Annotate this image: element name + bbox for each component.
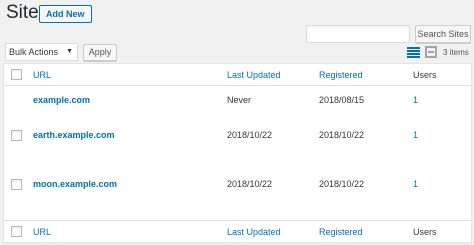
apply-button[interactable]: Apply bbox=[83, 44, 117, 61]
row-checkbox[interactable] bbox=[11, 179, 22, 190]
search-sites-button[interactable]: Search Sites bbox=[415, 25, 471, 43]
excerpt-view-icon[interactable] bbox=[425, 46, 437, 58]
site-url-link[interactable]: example.com bbox=[33, 95, 90, 105]
table-footer: URL Last Updated Registered Users bbox=[4, 220, 471, 242]
column-header-last-updated[interactable]: Last Updated bbox=[227, 70, 281, 80]
search-input[interactable] bbox=[306, 25, 410, 43]
chevron-down-icon: ▼ bbox=[66, 48, 73, 55]
table-row: earth.example.com 2018/10/22 2018/10/22 … bbox=[4, 125, 471, 174]
site-url-link[interactable]: moon.example.com bbox=[33, 179, 117, 189]
list-view-icon[interactable] bbox=[407, 46, 420, 59]
column-footer-registered[interactable]: Registered bbox=[319, 227, 363, 237]
users-count-link[interactable]: 1 bbox=[413, 130, 418, 140]
column-header-url[interactable]: URL bbox=[33, 70, 51, 80]
column-header-registered[interactable]: Registered bbox=[319, 70, 363, 80]
select-all-checkbox[interactable] bbox=[11, 69, 22, 80]
column-header-users: Users bbox=[413, 70, 437, 80]
select-all-checkbox-footer[interactable] bbox=[11, 226, 22, 237]
bulk-actions-selected: Bulk Actions bbox=[9, 47, 59, 57]
column-footer-last-updated[interactable]: Last Updated bbox=[227, 227, 281, 237]
registered-value: 2018/10/22 bbox=[319, 179, 365, 189]
bulk-actions-select[interactable]: Bulk Actions ▼ bbox=[5, 43, 78, 61]
registered-value: 2018/10/22 bbox=[319, 130, 365, 140]
table-row: example.com Never 2018/08/15 1 bbox=[4, 87, 471, 125]
registered-value: 2018/08/15 bbox=[319, 95, 365, 105]
table-header: URL Last Updated Registered Users bbox=[4, 64, 471, 86]
last-updated-value: 2018/10/22 bbox=[227, 179, 273, 189]
users-count-link[interactable]: 1 bbox=[413, 179, 418, 189]
users-count-link[interactable]: 1 bbox=[413, 95, 418, 105]
item-count: 3 items bbox=[443, 48, 469, 57]
last-updated-value: Never bbox=[227, 95, 252, 105]
table-row: moon.example.com 2018/10/22 2018/10/22 1 bbox=[4, 174, 471, 222]
site-url-link[interactable]: earth.example.com bbox=[33, 130, 115, 140]
sites-table: URL Last Updated Registered Users exampl… bbox=[3, 63, 472, 243]
row-checkbox[interactable] bbox=[11, 130, 22, 141]
add-new-button[interactable]: Add New bbox=[39, 5, 92, 23]
column-footer-url[interactable]: URL bbox=[33, 227, 51, 237]
last-updated-value: 2018/10/22 bbox=[227, 130, 273, 140]
column-footer-users: Users bbox=[413, 227, 437, 237]
